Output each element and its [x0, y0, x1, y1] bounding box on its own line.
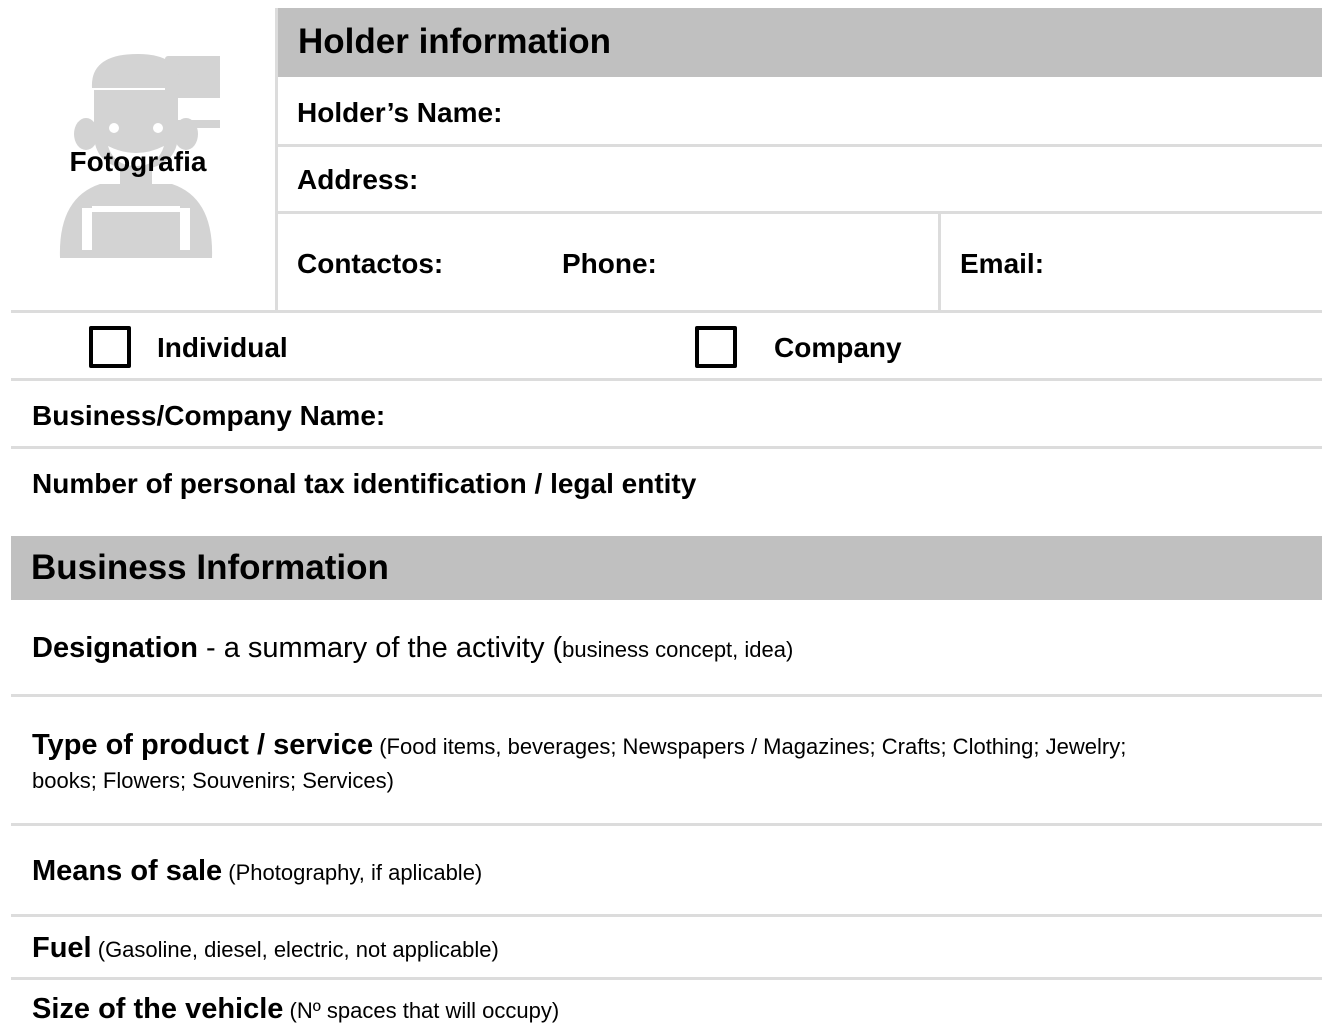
vehicle-size-hint: (Nº spaces that will occupy): [283, 998, 560, 1023]
contacts-label: Contactos:: [297, 248, 444, 279]
means-of-sale-label: Means of sale: [32, 855, 223, 887]
tax-id-label: Number of personal tax identification / …: [32, 468, 697, 499]
phone-field[interactable]: Phone:: [550, 214, 938, 310]
product-type-hint-cont: books; Flowers; Souvenirs; Services): [32, 768, 394, 793]
business-name-label: Business/Company Name:: [32, 400, 386, 431]
product-type-hint: (Food items, beverages; Newspapers / Mag…: [373, 734, 1127, 759]
fuel-field[interactable]: Fuel (Gasoline, diesel, electric, not ap…: [32, 932, 499, 965]
individual-label: Individual: [157, 332, 288, 363]
individual-checkbox[interactable]: [89, 326, 131, 368]
vehicle-size-label: Size of the vehicle: [32, 993, 284, 1025]
phone-label: Phone:: [562, 248, 657, 279]
company-label: Company: [774, 332, 902, 363]
business-info-header: Business Information: [11, 536, 1322, 600]
company-checkbox[interactable]: [695, 326, 737, 368]
divider: [11, 694, 1322, 697]
divider: [11, 977, 1322, 980]
product-type-label: Type of product / service: [32, 729, 374, 761]
holder-name-label: Holder’s Name:: [297, 97, 503, 128]
tax-id-field[interactable]: Number of personal tax identification / …: [11, 449, 1322, 519]
holder-name-field[interactable]: Holder’s Name:: [278, 77, 1322, 145]
business-info-title: Business Information: [31, 548, 389, 587]
holder-info-title: Holder information: [298, 22, 612, 61]
business-name-field[interactable]: Business/Company Name:: [11, 381, 1322, 446]
holder-info-header: Holder information: [278, 8, 1322, 77]
designation-summary: - a summary of the activity (: [197, 632, 563, 664]
photo-label: Fotografia: [69, 146, 207, 177]
means-of-sale-hint: (Photography, if aplicable): [222, 860, 483, 885]
product-type-field[interactable]: Type of product / service (Food items, b…: [32, 729, 1126, 762]
fuel-hint: (Gasoline, diesel, electric, not applica…: [91, 937, 499, 962]
address-label: Address:: [297, 164, 419, 195]
email-field[interactable]: Email:: [941, 214, 1322, 310]
divider: [11, 914, 1322, 917]
email-label: Email:: [960, 248, 1045, 279]
fuel-label: Fuel: [32, 932, 92, 964]
designation-field[interactable]: Designation - a summary of the activity …: [32, 632, 793, 665]
vehicle-size-field[interactable]: Size of the vehicle (Nº spaces that will…: [32, 993, 559, 1026]
divider: [11, 823, 1322, 826]
address-field[interactable]: Address:: [278, 147, 1322, 212]
photo-placeholder[interactable]: Fotografia: [0, 0, 276, 310]
divider: [11, 310, 1322, 313]
designation-label: Designation: [32, 632, 198, 664]
designation-hint: business concept, idea): [562, 637, 794, 662]
means-of-sale-field[interactable]: Means of sale (Photography, if aplicable…: [32, 855, 482, 888]
